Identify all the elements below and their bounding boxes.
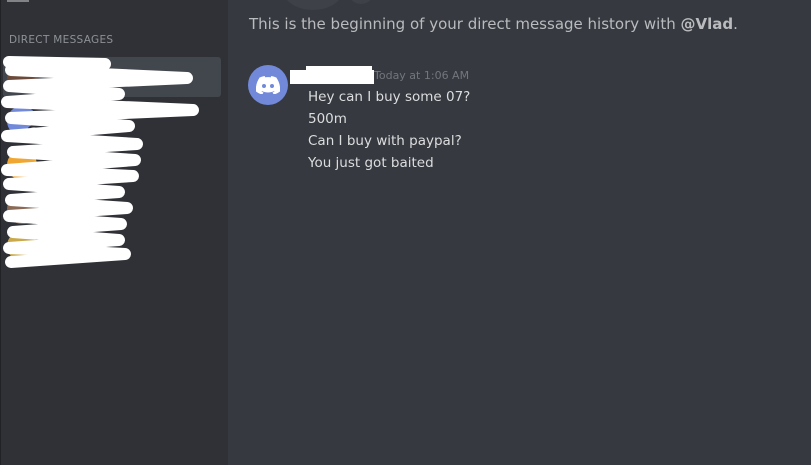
message-text: Hey can I buy some 07? bbox=[308, 89, 471, 105]
message-text: You just got baited bbox=[308, 155, 434, 171]
discord-default-avatar[interactable] bbox=[248, 65, 288, 105]
background-shape bbox=[283, 0, 343, 10]
author-name-redaction bbox=[306, 66, 372, 72]
dm-sidebar: DIRECT MESSAGES 3M bbox=[0, 0, 228, 465]
message-timestamp: Today at 1:06 AM bbox=[374, 69, 470, 82]
message-text: 500m bbox=[308, 111, 347, 127]
redaction-scribble bbox=[1, 56, 199, 268]
chat-area: This is the beginning of your direct mes… bbox=[228, 0, 811, 465]
author-name-redaction bbox=[290, 70, 374, 84]
discord-logo-icon bbox=[256, 76, 280, 94]
message-text: Can I buy with paypal? bbox=[308, 133, 462, 149]
direct-messages-header: DIRECT MESSAGES bbox=[9, 34, 114, 46]
dm-history-intro: This is the beginning of your direct mes… bbox=[249, 15, 738, 33]
sidebar-top-divider bbox=[7, 0, 29, 2]
dm-username: @Vlad bbox=[680, 15, 734, 33]
background-shape bbox=[348, 0, 374, 4]
